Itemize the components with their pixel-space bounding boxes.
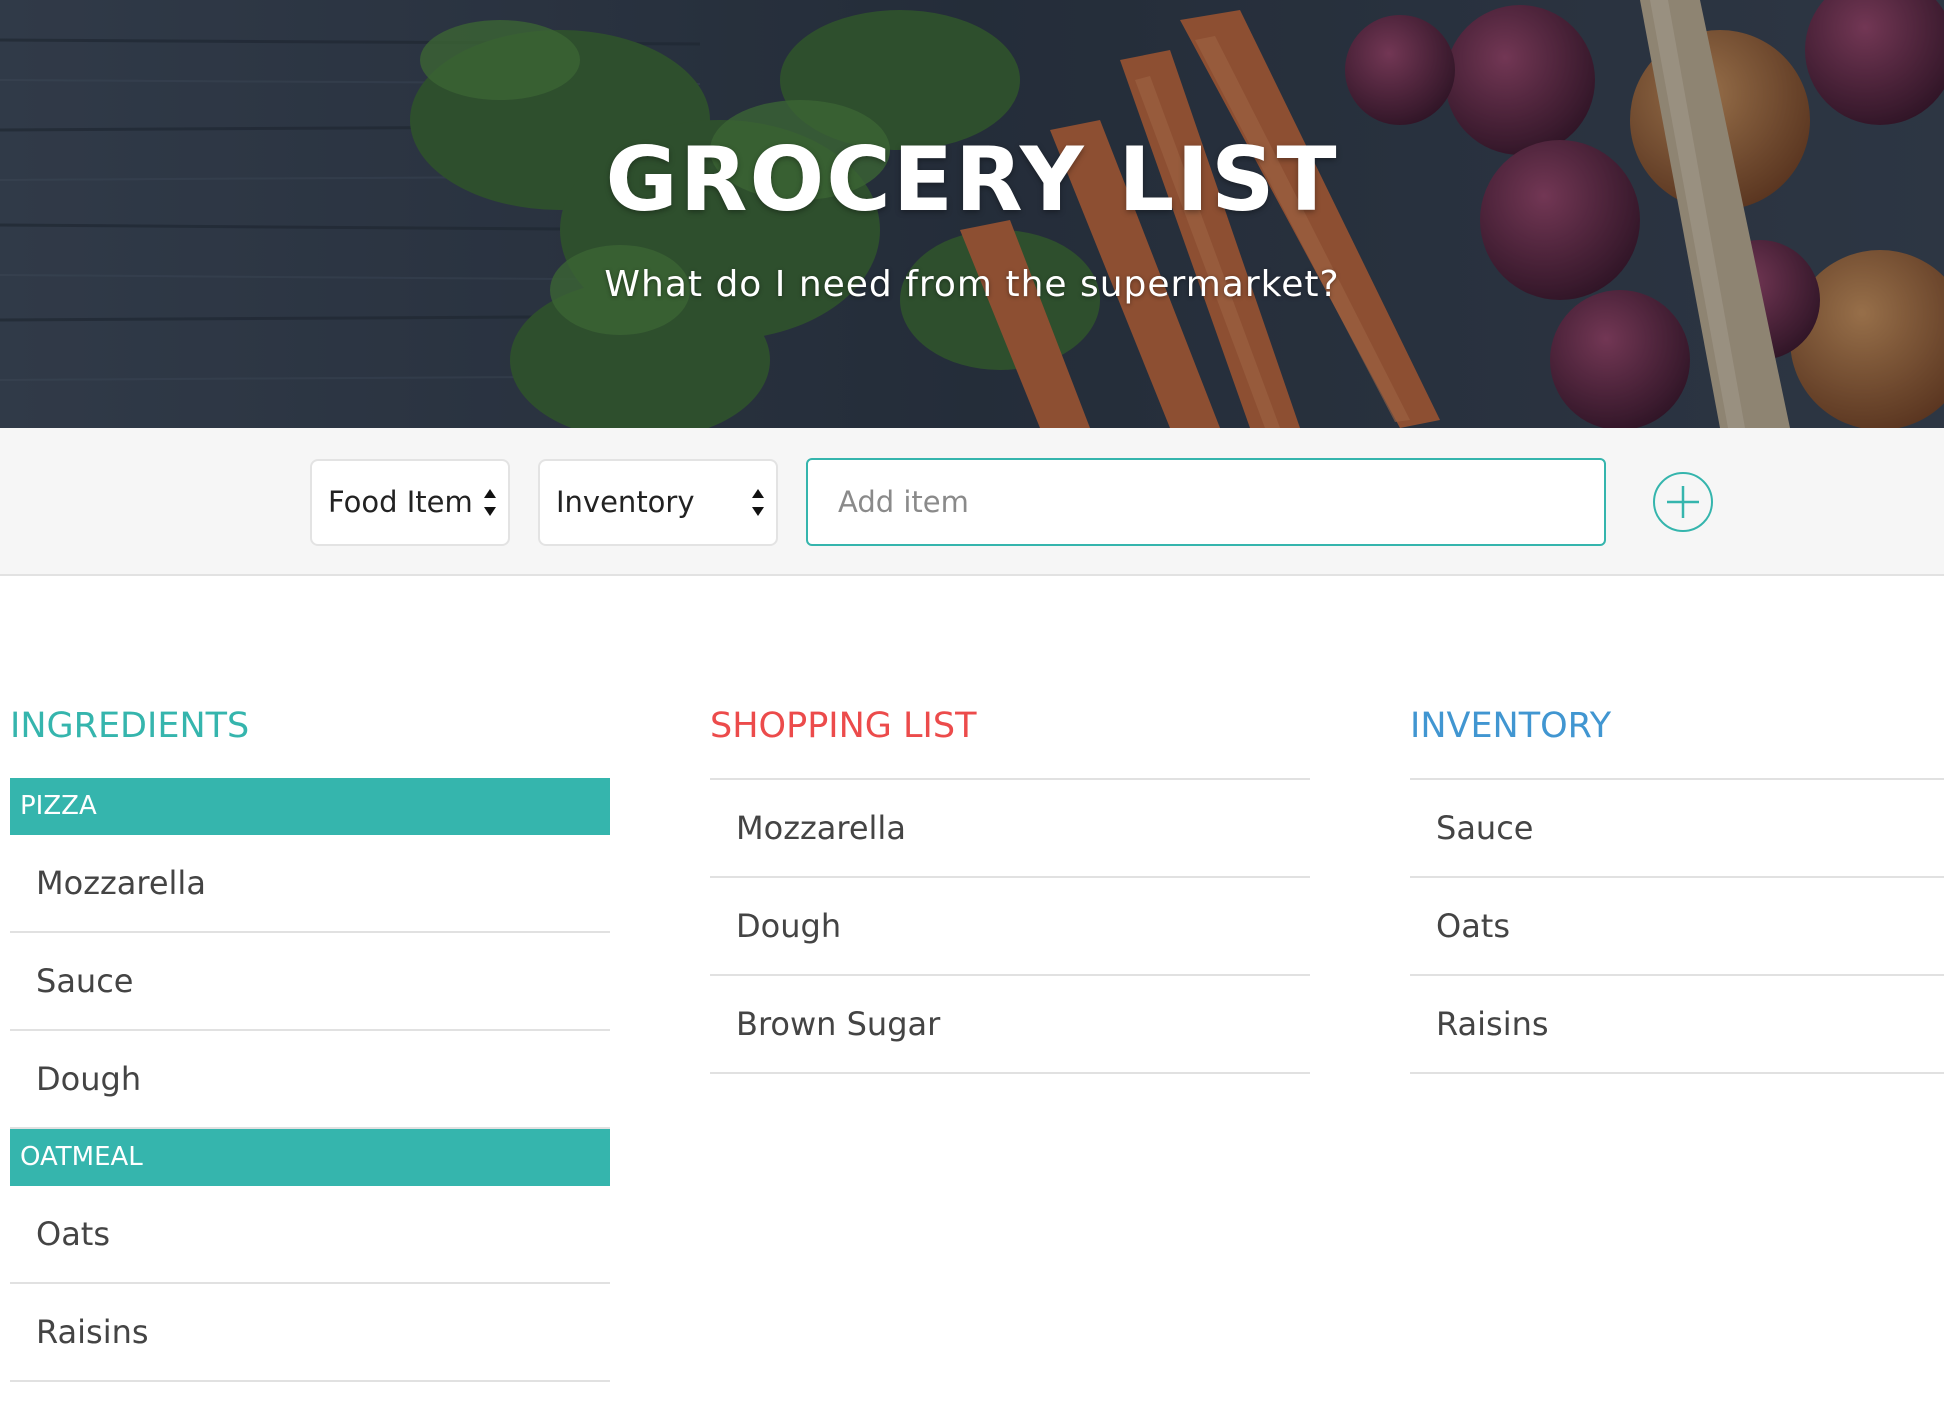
- page-subtitle: What do I need from the supermarket?: [604, 264, 1340, 305]
- shopping-list-item[interactable]: Mozzarella: [710, 780, 1310, 878]
- add-item-button[interactable]: [1653, 472, 1713, 532]
- target-list-select-value: Inventory: [556, 485, 695, 519]
- target-list-select[interactable]: Inventory: [538, 459, 778, 546]
- inventory-column: INVENTORY Sauce Oats Raisins: [1410, 702, 1944, 1074]
- recipe-group-header[interactable]: OATMEAL: [10, 1129, 610, 1186]
- inventory-item[interactable]: Raisins: [1410, 976, 1944, 1074]
- shopping-list-heading: SHOPPING LIST: [710, 706, 977, 746]
- ingredients-heading: INGREDIENTS: [10, 706, 250, 746]
- ingredient-item[interactable]: Raisins: [10, 1284, 610, 1382]
- shopping-list-item[interactable]: Dough: [710, 878, 1310, 976]
- shopping-list-item[interactable]: Brown Sugar: [710, 976, 1310, 1074]
- select-arrows-icon: [752, 489, 764, 516]
- page-title: GROCERY LIST: [605, 128, 1339, 231]
- ingredient-item[interactable]: Mozzarella: [10, 835, 610, 933]
- ingredient-item[interactable]: Oats: [10, 1186, 610, 1284]
- inventory-heading: INVENTORY: [1410, 706, 1612, 746]
- ingredient-item[interactable]: Dough: [10, 1031, 610, 1129]
- add-item-toolbar: Food Item Inventory: [0, 428, 1944, 576]
- inventory-list: Sauce Oats Raisins: [1410, 778, 1944, 1074]
- shopping-list-column: SHOPPING LIST Mozzarella Dough Brown Sug…: [710, 702, 1310, 1074]
- item-type-select[interactable]: Food Item: [310, 459, 510, 546]
- ingredient-item[interactable]: Sauce: [10, 933, 610, 1031]
- inventory-item[interactable]: Oats: [1410, 878, 1944, 976]
- inventory-item[interactable]: Sauce: [1410, 780, 1944, 878]
- item-type-select-value: Food Item: [328, 485, 473, 519]
- recipe-group-header[interactable]: PIZZA: [10, 778, 610, 835]
- add-item-input[interactable]: [806, 458, 1606, 546]
- select-arrows-icon: [484, 489, 496, 516]
- plus-circle-icon: [1667, 486, 1699, 518]
- lists-area: INGREDIENTS PIZZA Mozzarella Sauce Dough…: [0, 576, 1944, 1402]
- shopping-list: Mozzarella Dough Brown Sugar: [710, 778, 1310, 1074]
- hero-banner: GROCERY LIST What do I need from the sup…: [0, 0, 1944, 428]
- ingredients-column: INGREDIENTS PIZZA Mozzarella Sauce Dough…: [10, 702, 610, 1382]
